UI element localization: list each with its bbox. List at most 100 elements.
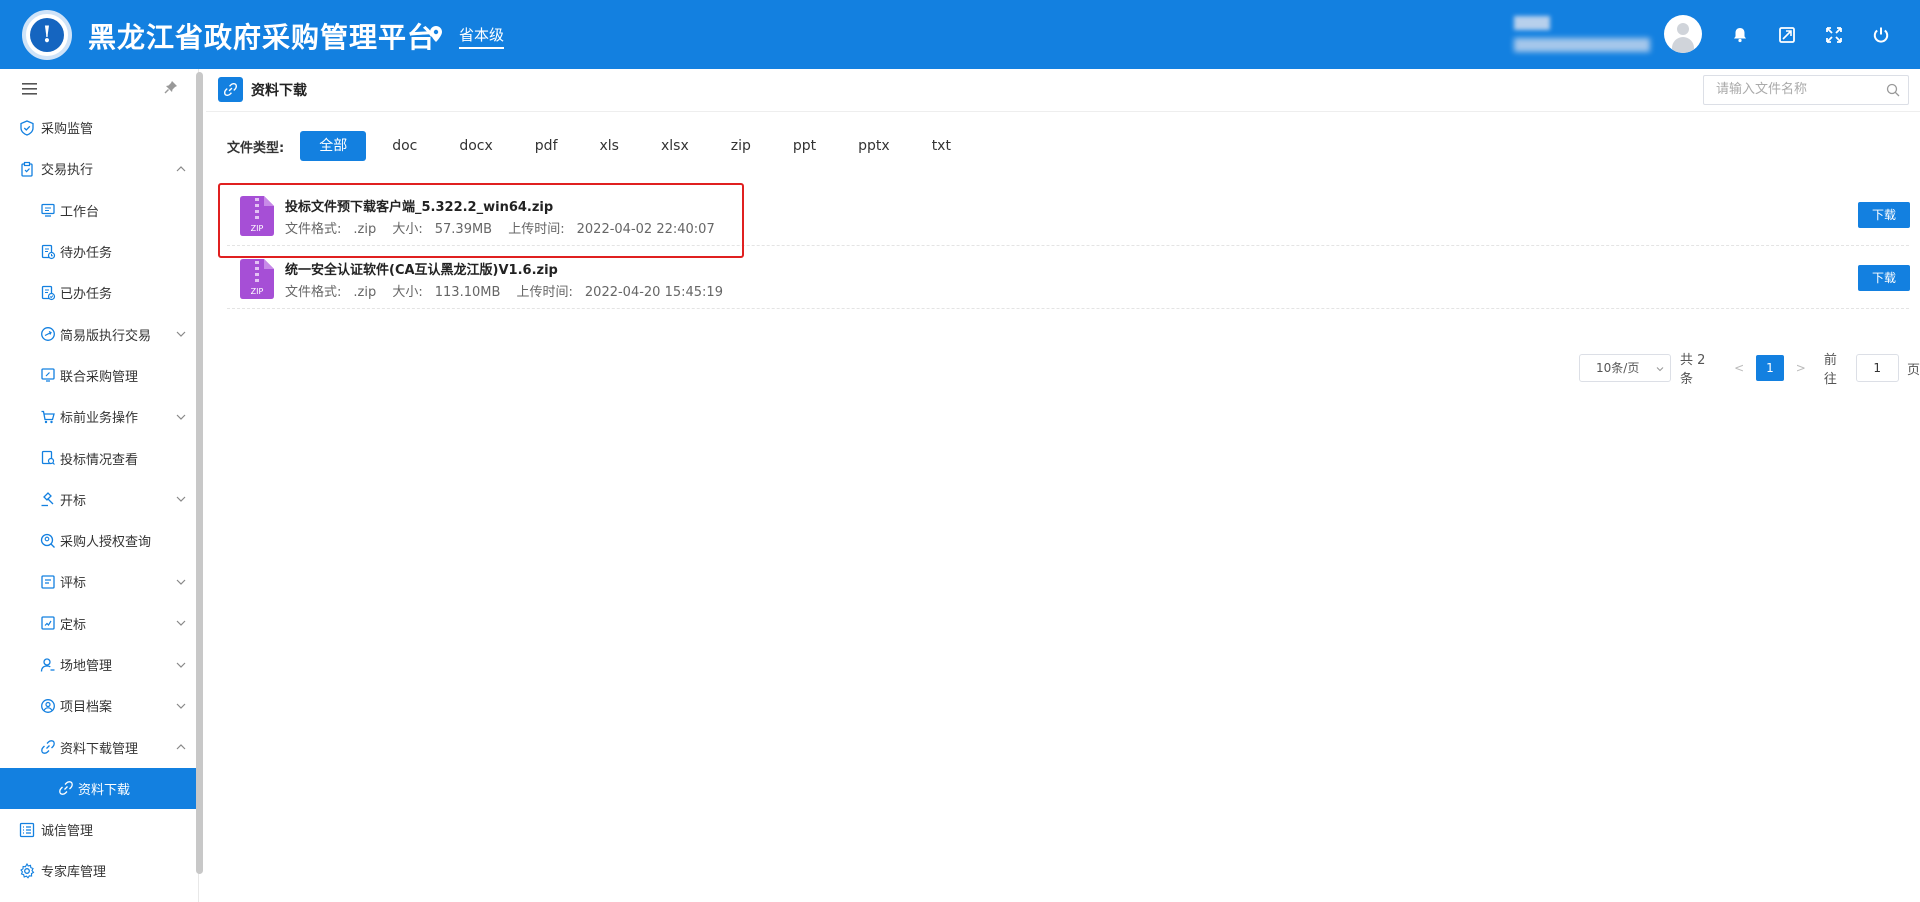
filter-option-zip[interactable]: zip — [715, 131, 767, 161]
time-label: 上传时间: — [508, 222, 565, 237]
power-icon[interactable] — [1872, 26, 1890, 44]
file-size: 57.39MB — [434, 222, 493, 237]
sidebar-item-project-archive[interactable]: 项目档案 — [0, 685, 198, 726]
sidebar-item-label: 投标情况查看 — [60, 452, 139, 468]
search-user-icon — [40, 533, 55, 548]
filter-option-docx[interactable]: docx — [443, 131, 508, 161]
sidebar-menu: 采购监管 交易执行 工作台 待办任务 已办任务 简易版执行交易 联合采购管理 标… — [0, 107, 198, 892]
sidebar-item-label: 定标 — [60, 617, 87, 633]
sidebar-item-label: 专家库管理 — [41, 865, 107, 881]
zip-label: ZIP — [251, 224, 264, 233]
search-icon[interactable] — [1886, 83, 1900, 97]
list-icon — [19, 822, 35, 837]
chevron-down-icon — [176, 414, 186, 420]
chevron-down-icon — [176, 620, 186, 627]
sidebar-item-expert-library[interactable]: 专家库管理 — [0, 850, 198, 891]
sidebar-item-bid-evaluation[interactable]: 评标 — [0, 561, 198, 602]
size-label: 大小: — [392, 285, 423, 300]
filter-option-pptx[interactable]: pptx — [842, 131, 906, 161]
filter-option-txt[interactable]: txt — [916, 131, 967, 161]
sidebar-item-label: 标前业务操作 — [60, 411, 139, 427]
sidebar-item-transaction-execution[interactable]: 交易执行 — [0, 148, 198, 189]
menu-icon[interactable] — [22, 83, 37, 95]
sidebar-item-pre-bid-operations[interactable]: 标前业务操作 — [0, 396, 198, 437]
goto-label: 前往 — [1823, 353, 1837, 387]
page-icon-badge — [218, 77, 243, 102]
avatar[interactable] — [1664, 15, 1702, 53]
sidebar-item-label: 简易版执行交易 — [60, 328, 152, 344]
sidebar-item-label: 采购监管 — [41, 122, 94, 138]
file-name: 统一安全认证软件(CA互认黑龙江版)V1.6.zip — [285, 263, 558, 278]
sidebar-item-label: 采购人授权查询 — [60, 535, 152, 551]
filter-option-xls[interactable]: xls — [584, 131, 635, 161]
sidebar-item-credit-management[interactable]: 诚信管理 — [0, 809, 198, 850]
gear-icon — [20, 862, 35, 879]
sidebar-item-download-management[interactable]: 资料下载管理 — [0, 726, 198, 767]
level-selector[interactable]: 省本级 — [459, 24, 505, 49]
page-size-select[interactable]: 10条/页 — [1579, 354, 1672, 382]
page-number-current[interactable]: 1 — [1756, 355, 1784, 381]
sidebar-item-venue-management[interactable]: 场地管理 — [0, 644, 198, 685]
sidebar-scrollbar[interactable] — [196, 72, 203, 874]
location-icon — [430, 26, 442, 42]
sidebar-item-bid-opening[interactable]: 开标 — [0, 479, 198, 520]
page-title: 资料下载 — [251, 82, 307, 99]
user-circle-icon — [41, 698, 55, 713]
sidebar-item-bid-award[interactable]: 定标 — [0, 603, 198, 644]
app-title: 黑龙江省政府采购管理平台 — [88, 21, 437, 54]
sidebar-item-label: 联合采购管理 — [60, 369, 139, 385]
prev-page-button[interactable]: < — [1734, 361, 1744, 375]
chevron-down-icon — [176, 662, 186, 668]
redacted-user-info — [1514, 38, 1650, 52]
sidebar-item-todo-tasks[interactable]: 待办任务 — [0, 231, 198, 272]
logo-emblem: ! — [30, 18, 64, 52]
sidebar-item-purchaser-authorization[interactable]: 采购人授权查询 — [0, 520, 198, 561]
zip-file-icon: ZIP — [240, 196, 274, 236]
lock-screen-icon[interactable] — [1778, 26, 1796, 44]
goto-page-input[interactable]: 1 — [1855, 354, 1899, 382]
chevron-down-icon — [176, 703, 186, 709]
chevron-down-icon — [176, 579, 186, 585]
clipboard-icon — [21, 161, 33, 177]
list-item: ZIP 统一安全认证软件(CA互认黑龙江版)V1.6.zip 文件格式: .zip… — [227, 246, 1910, 309]
sidebar-item-joint-procurement[interactable]: 联合采购管理 — [0, 355, 198, 396]
cart-icon — [41, 410, 55, 423]
sidebar-item-label: 已办任务 — [60, 287, 113, 303]
filter-option-doc[interactable]: doc — [376, 131, 433, 161]
sidebar-item-label: 交易执行 — [41, 163, 94, 179]
page-size-value: 10条/页 — [1596, 361, 1640, 375]
bell-icon[interactable] — [1731, 26, 1749, 44]
download-button[interactable]: 下载 — [1858, 202, 1910, 228]
shield-icon — [20, 119, 34, 136]
gavel-icon — [41, 492, 54, 507]
filter-option-ppt[interactable]: ppt — [777, 131, 832, 161]
list-item: ZIP 投标文件预下载客户端_5.322.2_win64.zip 文件格式: .z… — [227, 183, 1910, 246]
format-label: 文件格式: — [285, 285, 342, 300]
sidebar-item-procurement-supervision[interactable]: 采购监管 — [0, 107, 198, 148]
fullscreen-icon[interactable] — [1825, 26, 1843, 44]
filter-option-xlsx[interactable]: xlsx — [645, 131, 705, 161]
sidebar-item-workbench[interactable]: 工作台 — [0, 190, 198, 231]
search-input[interactable]: 请输入文件名称 — [1703, 75, 1909, 105]
sidebar-item-simple-execution[interactable]: 简易版执行交易 — [0, 313, 198, 354]
edit-screen-icon — [41, 368, 55, 383]
link-icon — [41, 740, 55, 754]
sidebar-item-download[interactable]: 资料下载 — [0, 767, 198, 810]
zip-label: ZIP — [251, 287, 264, 296]
main-content: 资料下载 请输入文件名称 文件类型: 全部 doc docx pdf xls x… — [206, 69, 1920, 902]
next-page-button[interactable]: > — [1796, 361, 1806, 375]
sidebar-item-bid-status-view[interactable]: 投标情况查看 — [0, 437, 198, 478]
sidebar-item-label: 项目档案 — [60, 700, 113, 716]
top-bar: ! 黑龙江省政府采购管理平台 省本级 — [0, 0, 1920, 69]
sidebar-item-done-tasks[interactable]: 已办任务 — [0, 272, 198, 313]
pagination: 10条/页 共 2 条 < 1 > 前往 1 页 — [1579, 349, 1920, 387]
filter-label: 文件类型: — [227, 140, 285, 156]
pin-icon[interactable] — [164, 80, 178, 94]
format-label: 文件格式: — [285, 222, 342, 237]
file-format: .zip — [353, 222, 377, 237]
filter-option-all[interactable]: 全部 — [300, 131, 367, 161]
document-search-icon — [41, 450, 55, 465]
download-button[interactable]: 下载 — [1858, 265, 1910, 291]
sidebar: 采购监管 交易执行 工作台 待办任务 已办任务 简易版执行交易 联合采购管理 标… — [0, 69, 199, 902]
filter-option-pdf[interactable]: pdf — [519, 131, 574, 161]
